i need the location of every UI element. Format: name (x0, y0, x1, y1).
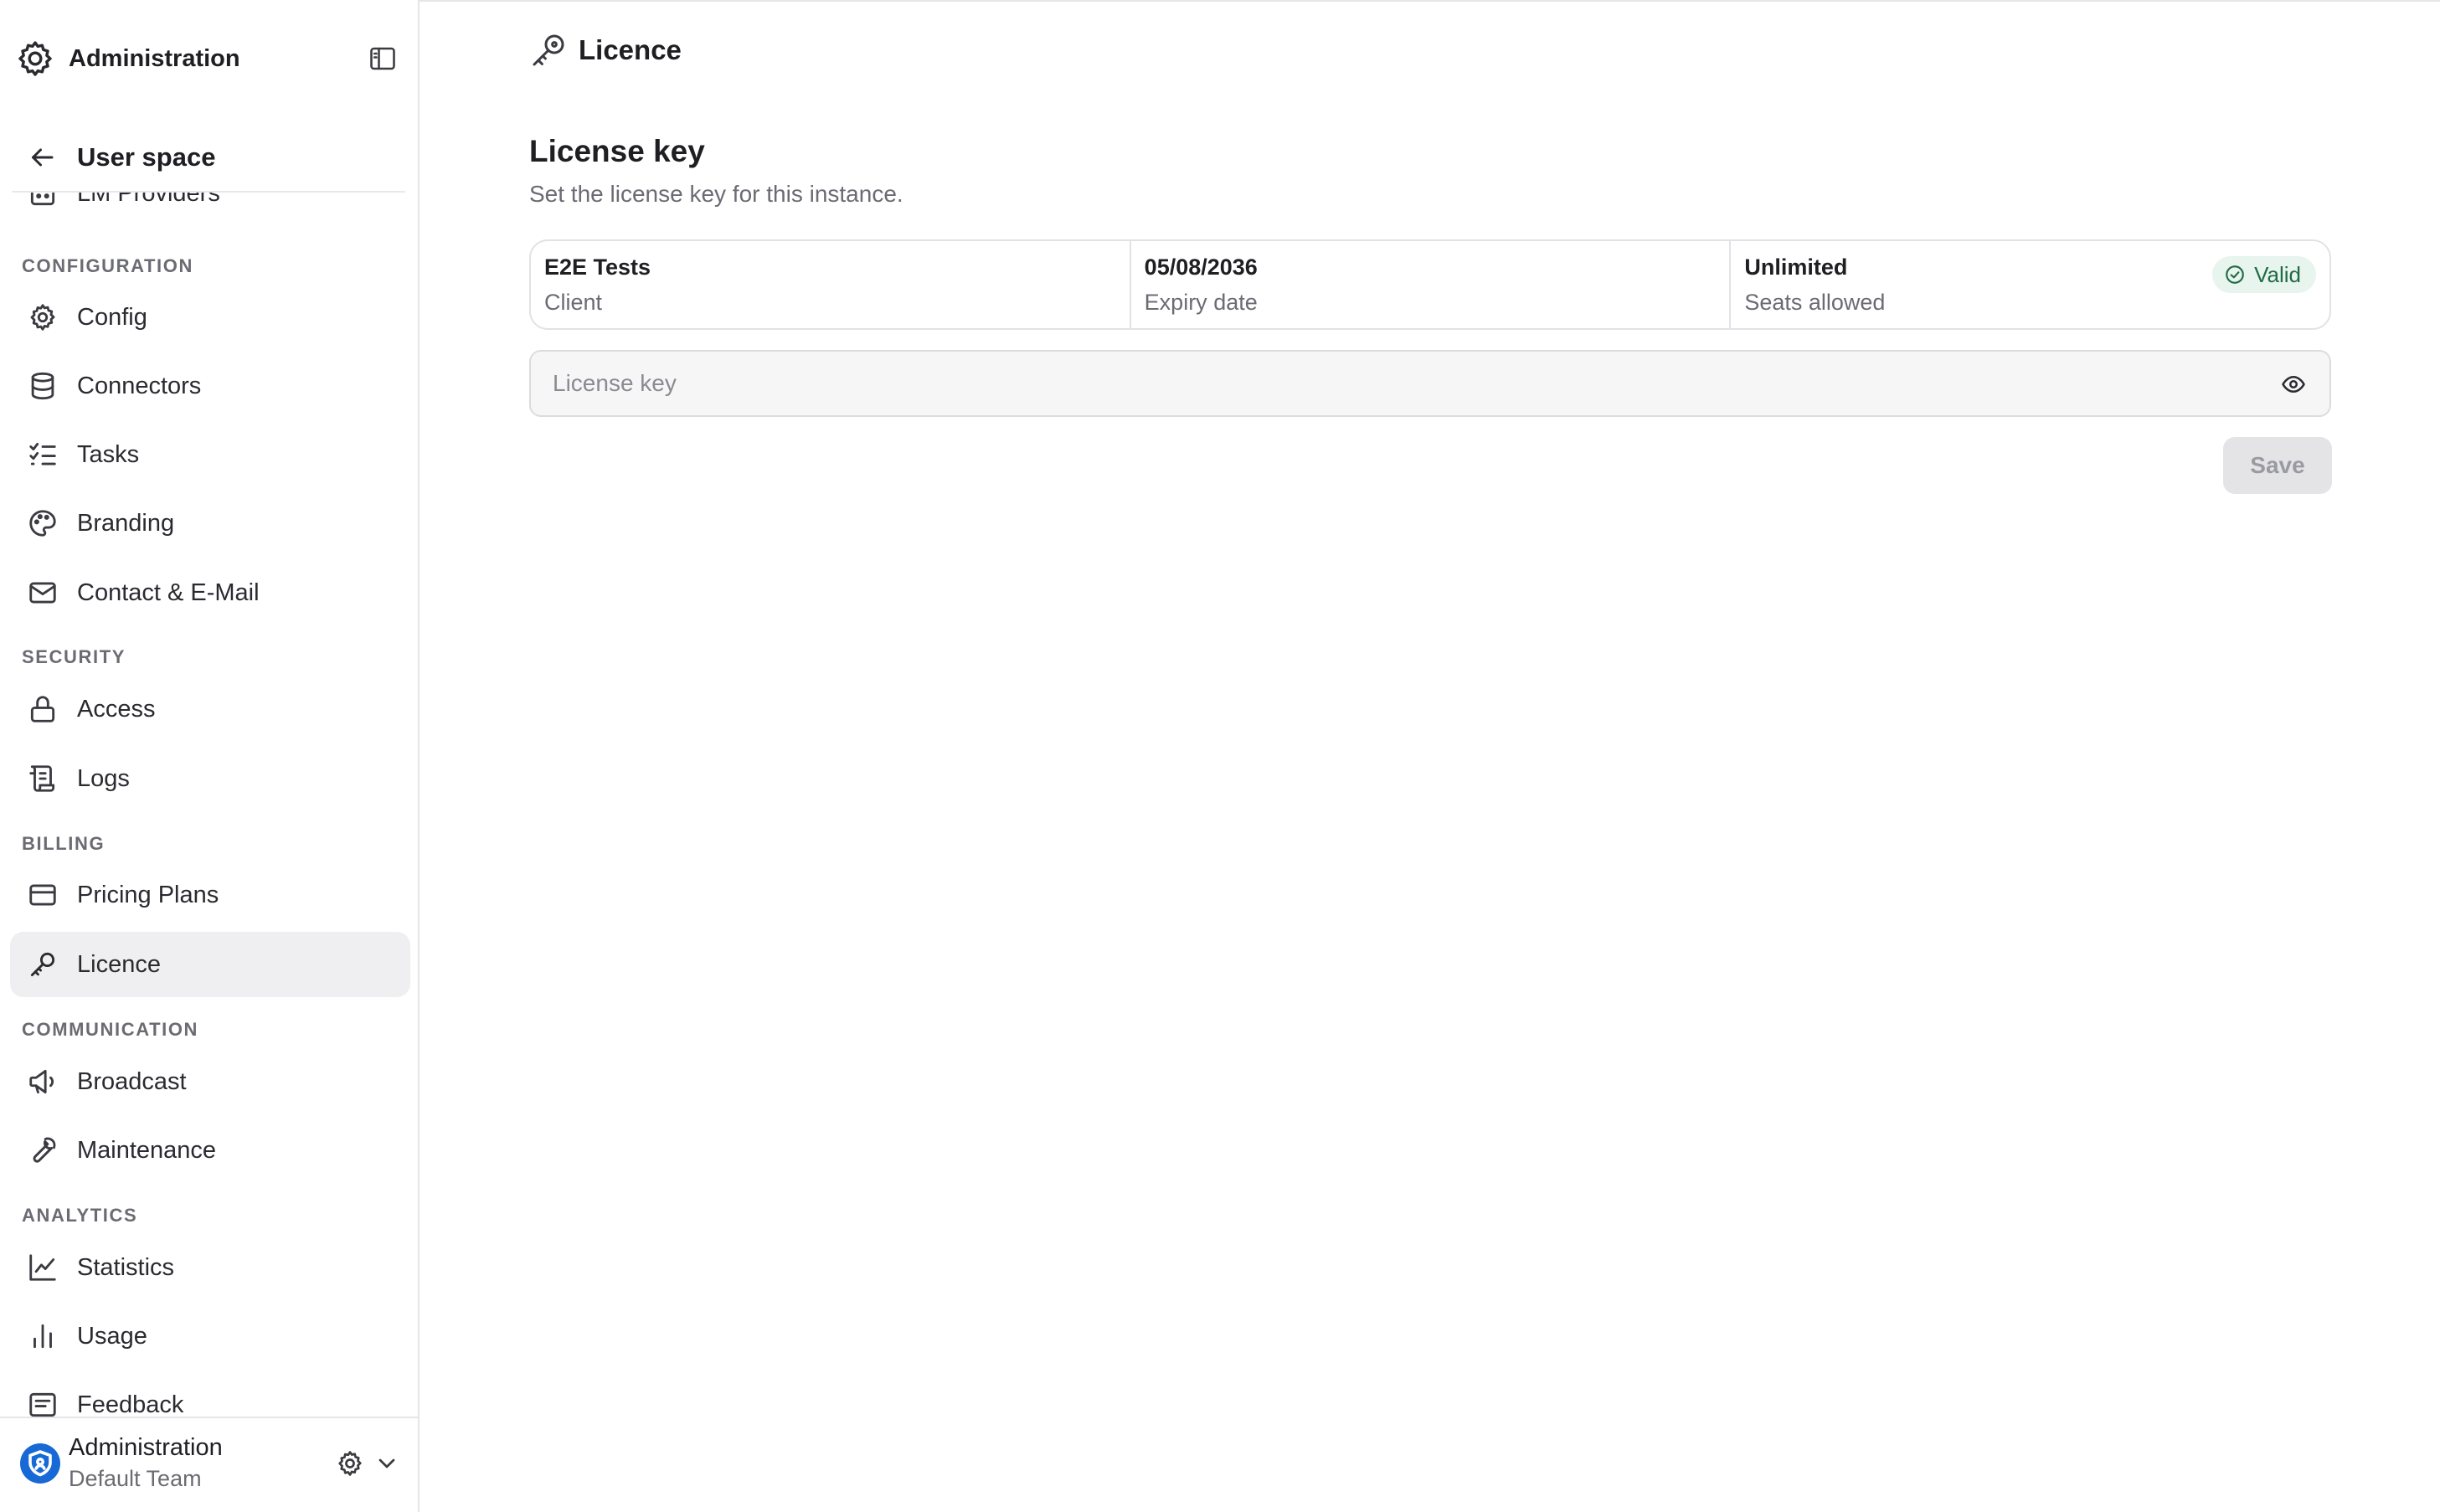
back-label: User space (77, 142, 216, 172)
mail-icon (29, 582, 56, 604)
sidebar-item-label: Licence (77, 951, 161, 978)
settings-gear-icon[interactable] (335, 1448, 365, 1479)
expiry-value: 05/08/2036 (1144, 255, 1258, 280)
sidebar-item-contact-email[interactable]: Contact & E-Mail (10, 560, 410, 625)
avatar (20, 1443, 60, 1484)
bot-icon (30, 193, 55, 206)
sidebar-nav[interactable]: LM Providers CONFIGURATION Config Connec… (0, 193, 418, 1417)
sidebar-header: Administration (0, 0, 418, 117)
sidebar-item-label: Feedback (77, 1391, 184, 1417)
license-key-field[interactable] (529, 350, 2331, 417)
section-billing: BILLING (22, 833, 106, 854)
sidebar-item-label: LM Providers (77, 193, 220, 207)
section-communication: COMMUNICATION (22, 1019, 199, 1040)
database-icon (31, 372, 54, 400)
sidebar-item-label: Statistics (77, 1254, 175, 1281)
account-team: Default Team (69, 1466, 202, 1491)
client-value: E2E Tests (544, 255, 651, 280)
sidebar-item-licence[interactable]: Licence (10, 932, 410, 997)
sidebar-item-usage[interactable]: Usage (10, 1304, 410, 1369)
page-title: Licence (579, 34, 682, 65)
sidebar-item-branding[interactable]: Branding (10, 491, 410, 556)
app-window: Administration User space LM Providers C… (0, 0, 2440, 1512)
scroll-icon (29, 765, 55, 792)
sidebar: Administration User space LM Providers C… (0, 0, 420, 1512)
sidebar-title: Administration (69, 45, 240, 72)
palette-icon (29, 510, 56, 537)
sidebar-item-feedback[interactable]: Feedback (10, 1372, 410, 1417)
status-badge-label: Valid (2254, 262, 2302, 287)
list-checks-icon (29, 442, 56, 465)
sidebar-item-broadcast[interactable]: Broadcast (10, 1049, 410, 1114)
seats-caption: Seats allowed (1744, 290, 1886, 315)
status-badge: Valid (2212, 256, 2317, 293)
sidebar-item-lm-providers[interactable]: LM Providers (10, 193, 410, 226)
section-analytics: ANALYTICS (22, 1205, 138, 1226)
info-seats: Unlimited Seats allowed Valid (1731, 241, 2329, 328)
sidebar-item-pricing-plans[interactable]: Pricing Plans (10, 862, 410, 928)
sidebar-item-connectors[interactable]: Connectors (10, 353, 410, 419)
bar-chart-icon (33, 1324, 52, 1349)
back-to-user-space[interactable]: User space (0, 126, 418, 193)
sidebar-item-config[interactable]: Config (10, 285, 410, 350)
sidebar-toggle-icon[interactable] (367, 44, 399, 74)
arrow-left-icon (32, 148, 54, 167)
line-chart-icon (29, 1254, 56, 1281)
sidebar-item-label: Logs (77, 765, 130, 792)
main-content: Licence License key Set the license key … (420, 0, 2440, 1512)
sidebar-footer-account[interactable]: Administration Default Team (0, 1417, 418, 1512)
account-name: Administration (69, 1434, 223, 1461)
sidebar-item-access[interactable]: Access (10, 676, 410, 742)
check-circle-icon (2226, 265, 2244, 284)
shield-icon (28, 1450, 52, 1477)
message-icon (29, 1392, 56, 1417)
expiry-caption: Expiry date (1144, 290, 1258, 315)
lock-icon (30, 696, 55, 723)
info-client: E2E Tests Client (531, 241, 1131, 328)
seats-value: Unlimited (1744, 255, 1848, 280)
sidebar-item-label: Tasks (77, 441, 140, 468)
sidebar-item-label: Contact & E-Mail (77, 579, 260, 606)
license-info-card: E2E Tests Client 05/08/2036 Expiry date … (529, 239, 2331, 330)
sidebar-item-label: Access (77, 696, 156, 723)
sidebar-item-statistics[interactable]: Statistics (10, 1235, 410, 1300)
sidebar-item-label: Broadcast (77, 1068, 187, 1095)
gear-icon (30, 304, 55, 331)
section-configuration: CONFIGURATION (22, 255, 193, 276)
key-icon (533, 34, 564, 66)
sidebar-item-label: Branding (77, 510, 175, 537)
client-caption: Client (544, 290, 603, 315)
license-key-input[interactable] (551, 352, 2259, 415)
sidebar-item-label: Maintenance (77, 1137, 217, 1164)
info-expiry: 05/08/2036 Expiry date (1131, 241, 1732, 328)
section-subtitle: Set the license key for this instance. (529, 181, 903, 207)
eye-icon[interactable] (2281, 372, 2306, 397)
admin-gear-icon (18, 41, 52, 76)
sidebar-item-maintenance[interactable]: Maintenance (10, 1118, 410, 1183)
section-title: License key (529, 134, 705, 168)
chevron-down-icon[interactable] (373, 1450, 400, 1477)
wrench-icon (33, 1137, 56, 1163)
sidebar-item-logs[interactable]: Logs (10, 746, 410, 811)
key-icon (30, 952, 55, 977)
credit-card-icon (29, 884, 56, 906)
sidebar-item-label: Connectors (77, 373, 202, 399)
sidebar-item-label: Usage (77, 1323, 147, 1350)
megaphone-icon (29, 1069, 54, 1094)
sidebar-item-tasks[interactable]: Tasks (10, 422, 410, 487)
sidebar-item-label: Config (77, 304, 147, 331)
sidebar-item-label: Pricing Plans (77, 882, 219, 908)
section-security: SECURITY (22, 646, 126, 667)
save-button[interactable]: Save (2223, 437, 2332, 494)
